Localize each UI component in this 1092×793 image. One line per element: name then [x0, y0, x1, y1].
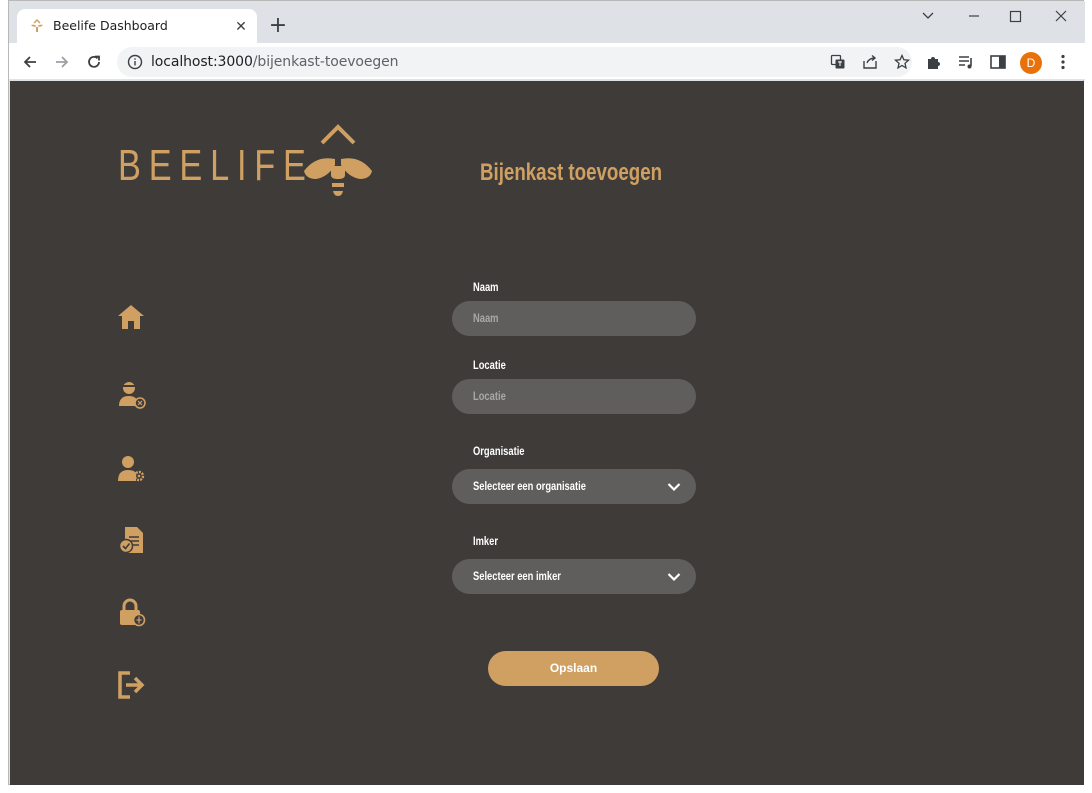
share-icon[interactable] [862, 54, 878, 70]
imker-select[interactable]: Selecteer een imker [452, 559, 696, 594]
chevron-down-icon [667, 483, 681, 492]
back-button[interactable] [17, 49, 43, 75]
app-page: BEELIFE Bijenkast toevoegen Naam Naam Lo… [10, 81, 1084, 785]
forward-button[interactable] [49, 49, 75, 75]
beelife-logo[interactable]: BEELIFE [118, 121, 378, 213]
save-button-label: Opslaan [549, 661, 598, 675]
home-icon[interactable] [116, 302, 146, 332]
address-bar[interactable]: localhost:3000/bijenkast-toevoegen [117, 47, 912, 77]
close-tab-icon[interactable]: ✕ [231, 16, 251, 36]
new-tab-button[interactable]: + [267, 15, 289, 37]
extensions-icon[interactable] [925, 53, 943, 71]
locatie-input[interactable]: Locatie [452, 379, 696, 414]
beekeeper-icon[interactable] [116, 379, 146, 409]
browser-toolbar: localhost:3000/bijenkast-toevoegen D [9, 43, 1085, 80]
tab-title: Beelife Dashboard [53, 18, 168, 33]
lock-icon[interactable] [116, 597, 146, 627]
maximize-icon[interactable] [1001, 7, 1029, 25]
beelife-favicon-icon [31, 18, 43, 32]
bee-logo-icon [304, 124, 372, 196]
bookmark-star-icon[interactable] [894, 54, 910, 70]
tab-search-icon[interactable] [914, 7, 942, 25]
minimize-icon[interactable] [960, 7, 988, 25]
organisatie-selected: Selecteer een organisatie [473, 479, 586, 493]
locatie-placeholder: Locatie [473, 389, 506, 403]
user-settings-icon[interactable] [116, 454, 146, 484]
site-info-icon[interactable] [127, 54, 143, 70]
close-window-icon[interactable] [1047, 7, 1075, 25]
arrow-left-icon [23, 56, 36, 68]
logout-icon[interactable] [116, 670, 146, 700]
naam-placeholder: Naam [473, 311, 499, 325]
imker-selected: Selecteer een imker [473, 569, 561, 583]
url-text: localhost:3000/bijenkast-toevoegen [151, 54, 399, 70]
naam-label: Naam [473, 280, 499, 294]
save-button[interactable]: Opslaan [488, 651, 659, 686]
translate-icon[interactable] [830, 54, 846, 70]
profile-avatar[interactable]: D [1020, 52, 1042, 74]
chevron-down-icon [667, 573, 681, 582]
organisatie-select[interactable]: Selecteer een organisatie [452, 469, 696, 504]
reload-icon [88, 55, 100, 68]
tab-strip: Beelife Dashboard ✕ + [9, 1, 1085, 43]
reload-button[interactable] [81, 49, 107, 75]
browser-window: Beelife Dashboard ✕ + localhost:3000/bij… [8, 0, 1085, 785]
naam-input[interactable]: Naam [452, 301, 696, 336]
browser-tab[interactable]: Beelife Dashboard ✕ [17, 9, 257, 43]
side-panel-icon[interactable] [989, 53, 1007, 71]
document-check-icon[interactable] [116, 525, 146, 555]
more-menu-icon[interactable] [1054, 53, 1072, 71]
media-controls-icon[interactable] [957, 53, 975, 71]
arrow-right-icon [56, 56, 69, 68]
page-title: Bijenkast toevoegen [480, 159, 663, 186]
imker-label: Imker [473, 534, 498, 548]
url-path: /bijenkast-toevoegen [252, 54, 399, 70]
logo-text: BEELIFE [118, 141, 314, 190]
url-host: localhost:3000 [151, 54, 253, 70]
organisatie-label: Organisatie [473, 444, 525, 458]
locatie-label: Locatie [473, 358, 506, 372]
